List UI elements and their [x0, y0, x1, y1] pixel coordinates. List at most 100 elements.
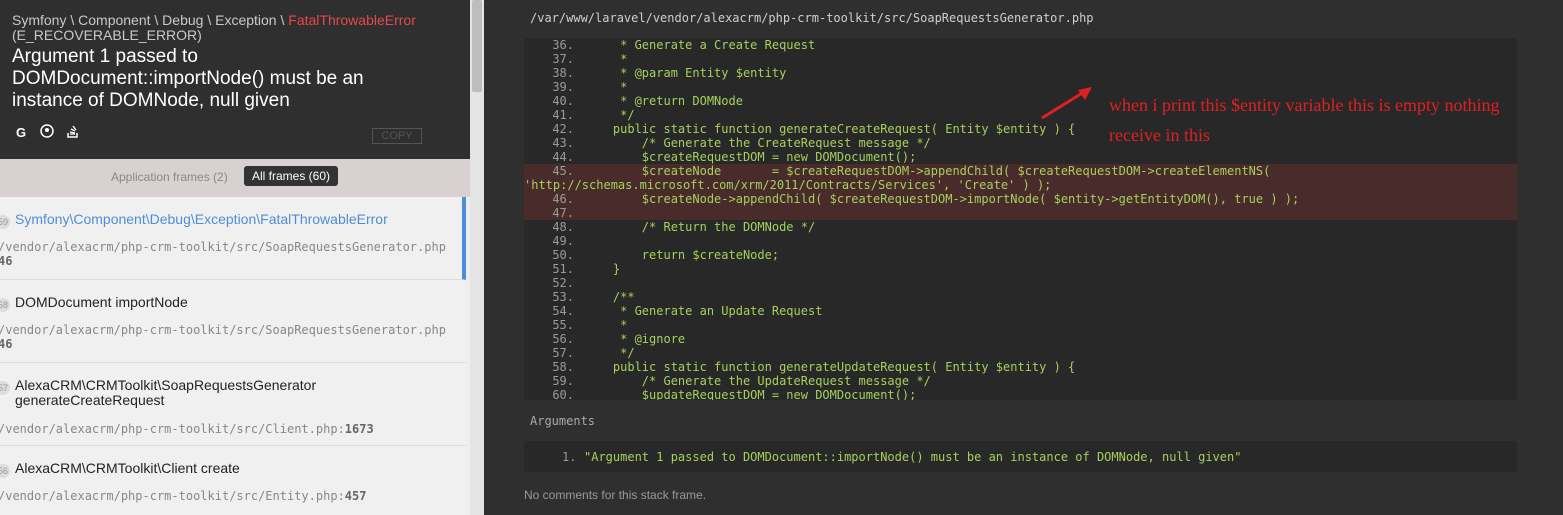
frame-number: 58 [0, 298, 10, 312]
frame-item[interactable]: 59 Symfony\Component\Debug\Exception\Fat… [0, 197, 466, 280]
line-number: 59. [552, 374, 574, 388]
exception-class-path: Symfony \ Component \ Debug \ Exception … [12, 12, 416, 28]
line-number: 42. [552, 122, 574, 136]
line-number: 52. [552, 276, 574, 290]
exception-class-name: FatalThrowableError [288, 12, 416, 28]
line-code: * Generate an Update Request [584, 304, 823, 318]
code-line: 48. /* Return the DOMNode */ [524, 220, 1517, 234]
line-number: 57. [552, 346, 574, 360]
arguments-box: 1. "Argument 1 passed to DOMDocument::im… [524, 441, 1517, 472]
exception-code: (E_RECOVERABLE_ERROR) [12, 27, 202, 43]
line-number: 46. [552, 192, 574, 206]
line-code: */ [584, 346, 635, 360]
frame-line: 46 [0, 254, 13, 268]
line-number: 48. [552, 220, 574, 234]
frame-file: /vendor/alexacrm/php-crm-toolkit/src/Soa… [0, 323, 446, 337]
line-number: 60. [552, 388, 574, 400]
arguments-label: Arguments [530, 414, 596, 428]
stackoverflow-icon[interactable] [64, 124, 82, 142]
copy-button[interactable]: COPY [372, 128, 422, 144]
code-line: 51. } [524, 262, 1517, 276]
exception-message: Argument 1 passed to DOMDocument::import… [12, 46, 364, 111]
code-line: 47. [524, 206, 1517, 220]
line-code: } [584, 262, 621, 276]
code-line: 38. * @param Entity $entity [524, 66, 1517, 80]
line-code: * @ignore [584, 332, 686, 346]
frame-number: 56 [0, 464, 10, 478]
line-number: 53. [552, 290, 574, 304]
code-line: 52. [524, 276, 1517, 290]
line-code: * @return DOMNode [584, 94, 743, 108]
file-path: /var/www/laravel/vendor/alexacrm/php-crm… [530, 11, 1094, 25]
code-line: 56. * @ignore [524, 332, 1517, 346]
line-number: 47. [552, 206, 574, 220]
line-number: 39. [552, 80, 574, 94]
no-comments-text: No comments for this stack frame. [524, 488, 707, 502]
line-number: 44. [552, 150, 574, 164]
line-number: 50. [552, 248, 574, 262]
annotation-arrow-icon [1041, 87, 1092, 120]
frame-class: Symfony\Component\Debug\Exception\FatalT… [15, 211, 388, 227]
line-number: 38. [552, 66, 574, 80]
code-line: 46. $createNode->appendChild( $createReq… [524, 192, 1517, 206]
exception-header: Symfony \ Component \ Debug \ Exception … [0, 0, 470, 159]
line-number: 55. [552, 318, 574, 332]
line-code: /* Return the DOMNode */ [584, 220, 816, 234]
frame-filter: Application frames (2) All frames (60) [0, 159, 470, 197]
line-code: $createNode = $createRequestDOM->appendC… [584, 164, 1271, 178]
search-links: G [12, 124, 82, 142]
line-code: * @param Entity $entity [584, 66, 787, 80]
line-code: /* Generate the UpdateRequest message */ [584, 374, 931, 388]
code-line: 37. * [524, 52, 1517, 66]
frame-line: 46 [0, 337, 13, 351]
code-line: 'http://schemas.microsoft.com/xrm/2011/C… [524, 178, 1517, 192]
frame-class: AlexaCRM\CRMToolkit\Client create [15, 460, 240, 476]
line-number: 51. [552, 262, 574, 276]
code-line: 55. * [524, 318, 1517, 332]
line-code: * [584, 52, 628, 66]
line-number: 41. [552, 108, 574, 122]
code-line: 36. * Generate a Create Request [524, 38, 1517, 52]
frame-number: 59 [0, 215, 10, 229]
line-code: return $createNode; [584, 248, 780, 262]
all-frames-tab[interactable]: All frames (60) [244, 166, 339, 186]
line-code: 'http://schemas.microsoft.com/xrm/2011/C… [524, 178, 1052, 192]
code-panel: /var/www/laravel/vendor/alexacrm/php-crm… [484, 0, 1563, 515]
google-icon[interactable]: G [12, 124, 30, 142]
line-number: 37. [552, 52, 574, 66]
code-line: 49. [524, 234, 1517, 248]
line-code: $createRequestDOM = new DOMDocument(); [584, 150, 917, 164]
code-line: 54. * Generate an Update Request [524, 304, 1517, 318]
duckduckgo-icon[interactable] [38, 124, 56, 142]
argument-value: "Argument 1 passed to DOMDocument::impor… [584, 450, 1242, 464]
frame-class: AlexaCRM\CRMToolkit\SoapRequestsGenerato… [15, 377, 317, 408]
line-code: $createNode->appendChild( $createRequest… [584, 192, 1300, 206]
code-line: 59. /* Generate the UpdateRequest messag… [524, 374, 1517, 388]
left-panel: Symfony \ Component \ Debug \ Exception … [0, 0, 470, 515]
frame-file: /vendor/alexacrm/php-crm-toolkit/src/Ent… [0, 489, 367, 503]
line-number: 40. [552, 94, 574, 108]
code-line: 44. $createRequestDOM = new DOMDocument(… [524, 150, 1517, 164]
code-line: 53. /** [524, 290, 1517, 304]
code-line: 58. public static function generateUpdat… [524, 360, 1517, 374]
frames-list: 59 Symfony\Component\Debug\Exception\Fat… [0, 197, 466, 515]
frame-item[interactable]: 58 DOMDocument importNode /vendor/alexac… [0, 280, 466, 363]
line-number: 45. [552, 164, 574, 178]
line-code: */ [584, 108, 635, 122]
line-number: 49. [552, 234, 574, 248]
frame-file: /vendor/alexacrm/php-crm-toolkit/src/Cli… [0, 422, 374, 436]
frame-item[interactable]: 57 AlexaCRM\CRMToolkit\SoapRequestsGener… [0, 363, 466, 446]
annotation-text: when i print this $entity variable this … [1109, 95, 1500, 145]
frame-file: /vendor/alexacrm/php-crm-toolkit/src/Soa… [0, 240, 446, 254]
line-number: 43. [552, 136, 574, 150]
line-number: 36. [552, 38, 574, 52]
scrollbar-thumb[interactable] [472, 0, 482, 92]
code-line: 60. $updateRequestDOM = new DOMDocument(… [524, 388, 1517, 400]
line-code: public static function generateUpdateReq… [584, 360, 1076, 374]
frame-item[interactable]: 56 AlexaCRM\CRMToolkit\Client create /ve… [0, 446, 466, 515]
application-frames-tab[interactable]: Application frames (2) [111, 170, 228, 184]
left-scrollbar[interactable] [470, 0, 484, 515]
line-code: /** [584, 290, 635, 304]
frame-number: 57 [0, 381, 10, 395]
line-code: public static function generateCreateReq… [584, 122, 1076, 136]
